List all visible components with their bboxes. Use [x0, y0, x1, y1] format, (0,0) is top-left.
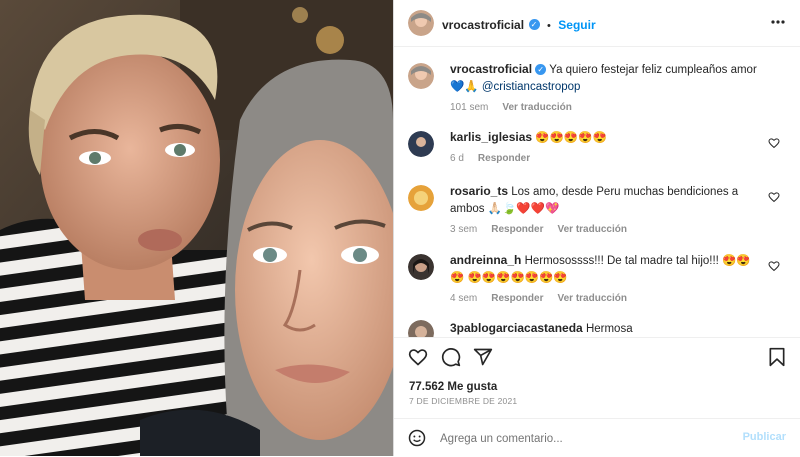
- dot-separator: •: [546, 20, 551, 32]
- save-icon[interactable]: [768, 347, 786, 367]
- action-bar: [394, 337, 800, 378]
- add-comment-bar: Publicar: [394, 418, 800, 457]
- comment-meta: 4 sem Responder Ver traducción: [450, 290, 760, 307]
- comment-time: 6 d: [450, 153, 464, 164]
- comment-text: Hermosa: [585, 323, 633, 335]
- like-icon[interactable]: [408, 347, 428, 367]
- verified-icon: ✓: [528, 19, 540, 31]
- more-options-icon[interactable]: [770, 14, 786, 35]
- comment-item: rosario_ts Los amo, desde Peru muchas be…: [408, 183, 788, 239]
- like-comment-icon[interactable]: [768, 260, 780, 272]
- comment-item: 3pablogarciacastaneda Hermosa: [408, 320, 788, 337]
- comment-input[interactable]: [438, 428, 722, 450]
- caption-time: 101 sem: [450, 102, 489, 113]
- comment-username[interactable]: karlis_iglesias: [450, 130, 532, 144]
- verified-icon: ✓: [535, 64, 547, 76]
- commenter-avatar[interactable]: [408, 320, 434, 337]
- reply-button[interactable]: Responder: [491, 293, 543, 304]
- comment-meta: 6 d Responder: [450, 150, 760, 167]
- comment-icon[interactable]: [441, 347, 461, 367]
- like-comment-icon[interactable]: [768, 137, 780, 149]
- post-photo[interactable]: [0, 0, 393, 456]
- comment-translate-link[interactable]: Ver traducción: [557, 224, 626, 235]
- comment-item: andreinna_h Hermosossss!!! De tal madre …: [408, 252, 788, 308]
- author-avatar[interactable]: [408, 10, 434, 36]
- publish-button[interactable]: Publicar: [743, 431, 786, 443]
- comment-username[interactable]: rosario_ts: [450, 184, 508, 198]
- header-user-row: vrocastroficial ✓ • Seguir: [442, 16, 596, 34]
- comment-username[interactable]: andreinna_h: [450, 253, 521, 267]
- like-comment-icon[interactable]: [768, 191, 780, 203]
- commenter-avatar[interactable]: [408, 254, 434, 280]
- post-date: 7 DE DICIEMBRE DE 2021: [409, 396, 518, 406]
- caption-translate-link[interactable]: Ver traducción: [502, 102, 571, 113]
- caption-mention[interactable]: @cristiancastropop: [482, 81, 581, 93]
- author-username[interactable]: vrocastroficial: [442, 18, 524, 32]
- caption-item: vrocastroficial ✓ Ya quiero festejar fel…: [408, 61, 788, 121]
- comment-time: 3 sem: [450, 224, 478, 235]
- selfie-image: [0, 0, 393, 456]
- follow-button[interactable]: Seguir: [558, 18, 595, 32]
- commenter-avatar[interactable]: [408, 131, 434, 157]
- comment-translate-link[interactable]: Ver traducción: [557, 293, 626, 304]
- caption-meta: 101 sem Ver traducción: [450, 99, 760, 116]
- caption-avatar[interactable]: [408, 63, 434, 89]
- share-icon[interactable]: [473, 347, 493, 367]
- reply-button[interactable]: Responder: [491, 224, 543, 235]
- comment-username[interactable]: 3pablogarciacastaneda: [450, 321, 583, 335]
- caption-username[interactable]: vrocastroficial: [450, 62, 532, 76]
- post-header: vrocastroficial ✓ • Seguir: [394, 0, 800, 47]
- comment-time: 4 sem: [450, 293, 478, 304]
- comments-list[interactable]: vrocastroficial ✓ Ya quiero festejar fel…: [394, 47, 800, 337]
- comment-item: karlis_iglesias 😍😍😍😍😍 6 d Responder: [408, 129, 788, 169]
- likes-count[interactable]: 77.562 Me gusta: [409, 381, 497, 393]
- post-side-panel: vrocastroficial ✓ • Seguir vrocastrofici…: [393, 0, 800, 456]
- emoji-icon[interactable]: [408, 429, 426, 447]
- commenter-avatar[interactable]: [408, 185, 434, 211]
- comment-meta: 3 sem Responder Ver traducción: [450, 221, 760, 238]
- comment-text: 😍😍😍😍😍: [535, 132, 607, 144]
- reply-button[interactable]: Responder: [478, 153, 530, 164]
